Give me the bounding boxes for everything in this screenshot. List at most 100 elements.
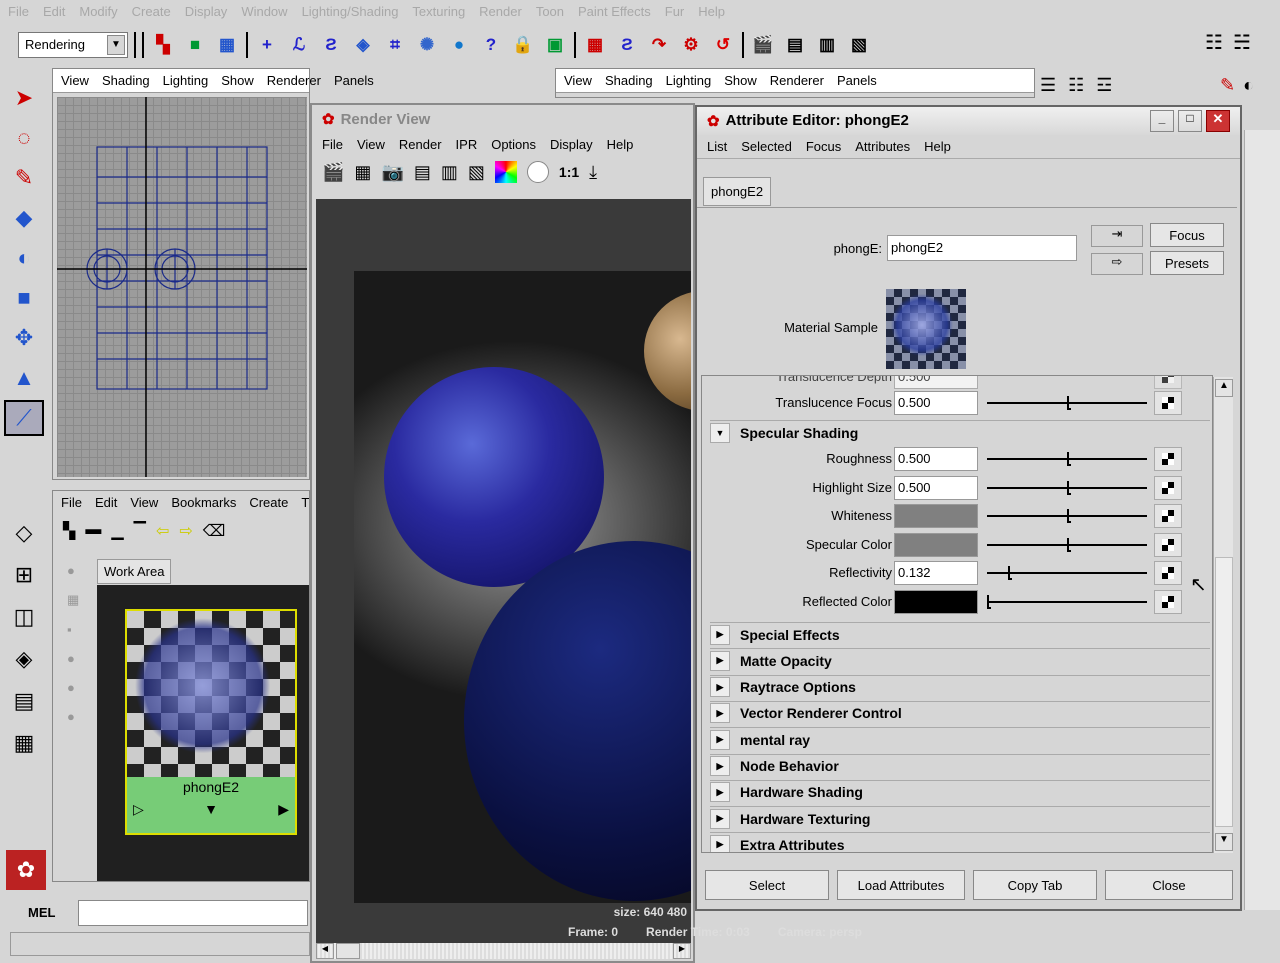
menu-render[interactable]: Render <box>479 4 522 21</box>
top-tabs-icon[interactable]: ▬ <box>85 521 101 541</box>
attr-value-input[interactable]: 0.500 <box>894 376 978 389</box>
eraser-icon[interactable]: ⌫ <box>203 521 226 541</box>
rv-menu-help[interactable]: Help <box>607 137 634 153</box>
hypershade-layout-icon[interactable]: ▦ <box>4 725 44 761</box>
attr-value-input[interactable]: 0.500 <box>894 475 978 500</box>
attr-slider[interactable] <box>987 537 1147 552</box>
vp-menu-shading[interactable]: Shading <box>102 73 150 88</box>
rv-menu-render[interactable]: Render <box>399 137 442 153</box>
menu-modify[interactable]: Modify <box>79 4 117 21</box>
toggle-icon[interactable]: ◐ <box>1243 75 1254 96</box>
horizontal-scrollbar[interactable]: ◀ ▶ <box>316 943 691 959</box>
expand-icon[interactable]: ▶ <box>710 677 730 698</box>
expand-icon[interactable]: ▶ <box>710 808 730 829</box>
select-tool-icon[interactable]: ➤ <box>4 80 44 116</box>
select-by-hierarchy-icon[interactable]: ▚ <box>150 32 176 58</box>
vp-menu-view[interactable]: View <box>61 73 89 88</box>
lattice-icon[interactable]: ⌗ <box>382 32 408 58</box>
attr-value-input[interactable]: 0.500 <box>894 447 978 471</box>
hs-menu-view[interactable]: View <box>130 495 158 511</box>
scroll-thumb[interactable] <box>336 943 360 959</box>
menu-window[interactable]: Window <box>241 4 287 21</box>
slider-knob[interactable] <box>987 594 991 609</box>
paint-select-icon[interactable]: ✎ <box>4 160 44 196</box>
attr-slider[interactable] <box>987 594 1147 609</box>
attr-slider[interactable] <box>987 509 1147 523</box>
attr-slider[interactable] <box>987 452 1147 466</box>
vp-menu-shading[interactable]: Shading <box>605 73 653 88</box>
arrow-left-icon[interactable]: ⇦ <box>156 521 169 541</box>
sphere-icon[interactable]: ● <box>67 709 97 724</box>
rgb-channels-icon[interactable] <box>494 161 517 183</box>
menu-lighting-shading[interactable]: Lighting/Shading <box>302 4 399 21</box>
tool-settings-icon[interactable]: ✎ <box>1220 75 1235 96</box>
expand-icon[interactable]: ▶ <box>710 703 730 724</box>
sphere-icon[interactable]: ● <box>67 680 97 695</box>
vp-menu-panels[interactable]: Panels <box>334 73 374 88</box>
single-pane-icon[interactable]: ◇ <box>4 515 44 551</box>
slider-knob[interactable] <box>1067 480 1071 495</box>
slider-knob[interactable] <box>1008 566 1013 580</box>
attr-slider[interactable] <box>987 566 1147 580</box>
menu-file[interactable]: File <box>8 4 29 21</box>
lock-icon[interactable]: 🔒 <box>510 32 536 58</box>
section-matte-opacity[interactable]: ▶ Matte Opacity <box>710 648 1210 672</box>
map-button[interactable] <box>1154 376 1182 389</box>
node-name-input[interactable]: phongE2 <box>887 235 1077 261</box>
go-to-input-icon[interactable]: ⇥ <box>1091 225 1143 247</box>
rv-menu-file[interactable]: File <box>322 137 343 153</box>
render-region-icon[interactable]: ▦ <box>582 32 608 58</box>
maximize-button[interactable]: □ <box>1178 110 1202 132</box>
attr-value-input[interactable]: 0.500 <box>894 391 978 415</box>
tab-work-area[interactable]: Work Area <box>97 559 172 584</box>
lasso-tool-icon[interactable]: ◌ <box>4 120 44 156</box>
section-specular-shading[interactable]: ▼ Specular Shading <box>710 420 1210 444</box>
slider-knob[interactable] <box>1067 452 1071 466</box>
scroll-up-icon[interactable]: ▲ <box>1215 379 1233 397</box>
scroll-right-icon[interactable]: ▶ <box>673 943 691 959</box>
viewport-canvas[interactable] <box>57 97 307 477</box>
work-area-canvas[interactable]: phongE2 ▷ ▼ ▶ <box>97 585 309 881</box>
select-icon[interactable]: ▣ <box>542 32 568 58</box>
ae-menu-list[interactable]: List <box>707 139 727 154</box>
snapshot-icon[interactable]: 📷 <box>381 162 403 183</box>
menu-toon[interactable]: Toon <box>536 4 564 21</box>
map-button[interactable] <box>1154 589 1182 614</box>
move-tool-icon[interactable]: ◆ <box>4 200 44 236</box>
ipr-render-icon[interactable]: ▤ <box>782 32 808 58</box>
section-vector-renderer-control[interactable]: ▶ Vector Renderer Control <box>710 700 1210 725</box>
light-icon[interactable]: ✺ <box>414 32 440 58</box>
close-window-button[interactable]: ✕ <box>1206 110 1230 132</box>
attribute-editor-titlebar[interactable]: ✿ Attribute Editor: phongE2 _ □ ✕ <box>697 107 1240 135</box>
rotate-tool-icon[interactable]: ◐ <box>4 240 44 276</box>
manipulator-icon[interactable]: ✥ <box>4 320 44 356</box>
render-view-titlebar[interactable]: ✿ Render View <box>312 105 693 133</box>
map-button[interactable] <box>1154 504 1182 528</box>
map-button[interactable] <box>1154 532 1182 557</box>
shader-node-phongE2[interactable]: phongE2 ▷ ▼ ▶ <box>125 609 297 835</box>
keep-image-icon[interactable]: ⤓ <box>589 162 597 183</box>
map-button[interactable] <box>1154 391 1182 415</box>
vertical-scrollbar[interactable]: ▲ ▼ <box>1213 377 1233 853</box>
snap-surface-icon[interactable]: ◈ <box>350 32 376 58</box>
outliner-icon[interactable]: ▤ <box>4 683 44 719</box>
select-button[interactable]: Select <box>705 870 829 900</box>
menu-texturing[interactable]: Texturing <box>412 4 465 21</box>
ik-icon[interactable]: Ƨ <box>614 32 640 58</box>
hs-menu-edit[interactable]: Edit <box>95 495 117 511</box>
both-tabs-icon[interactable]: ▔ <box>134 521 146 541</box>
color-swatch[interactable] <box>894 532 978 557</box>
copy-tab-button[interactable]: Copy Tab <box>973 870 1097 900</box>
scroll-thumb[interactable] <box>1215 557 1233 827</box>
swatch-icon[interactable]: ● <box>67 563 97 578</box>
sphere-icon[interactable]: ● <box>446 32 472 58</box>
soft-mod-icon[interactable]: ▲ <box>4 360 44 396</box>
focus-button[interactable]: Focus <box>1150 223 1224 247</box>
attr-slider[interactable] <box>987 480 1147 495</box>
rv-menu-view[interactable]: View <box>357 137 385 153</box>
expand-icon[interactable]: ▶ <box>710 834 730 852</box>
expand-icon[interactable]: ▶ <box>710 756 730 776</box>
rv-menu-display[interactable]: Display <box>550 137 593 153</box>
snap-curve-icon[interactable]: ℒ <box>286 32 312 58</box>
vp-menu-renderer[interactable]: Renderer <box>267 73 321 88</box>
